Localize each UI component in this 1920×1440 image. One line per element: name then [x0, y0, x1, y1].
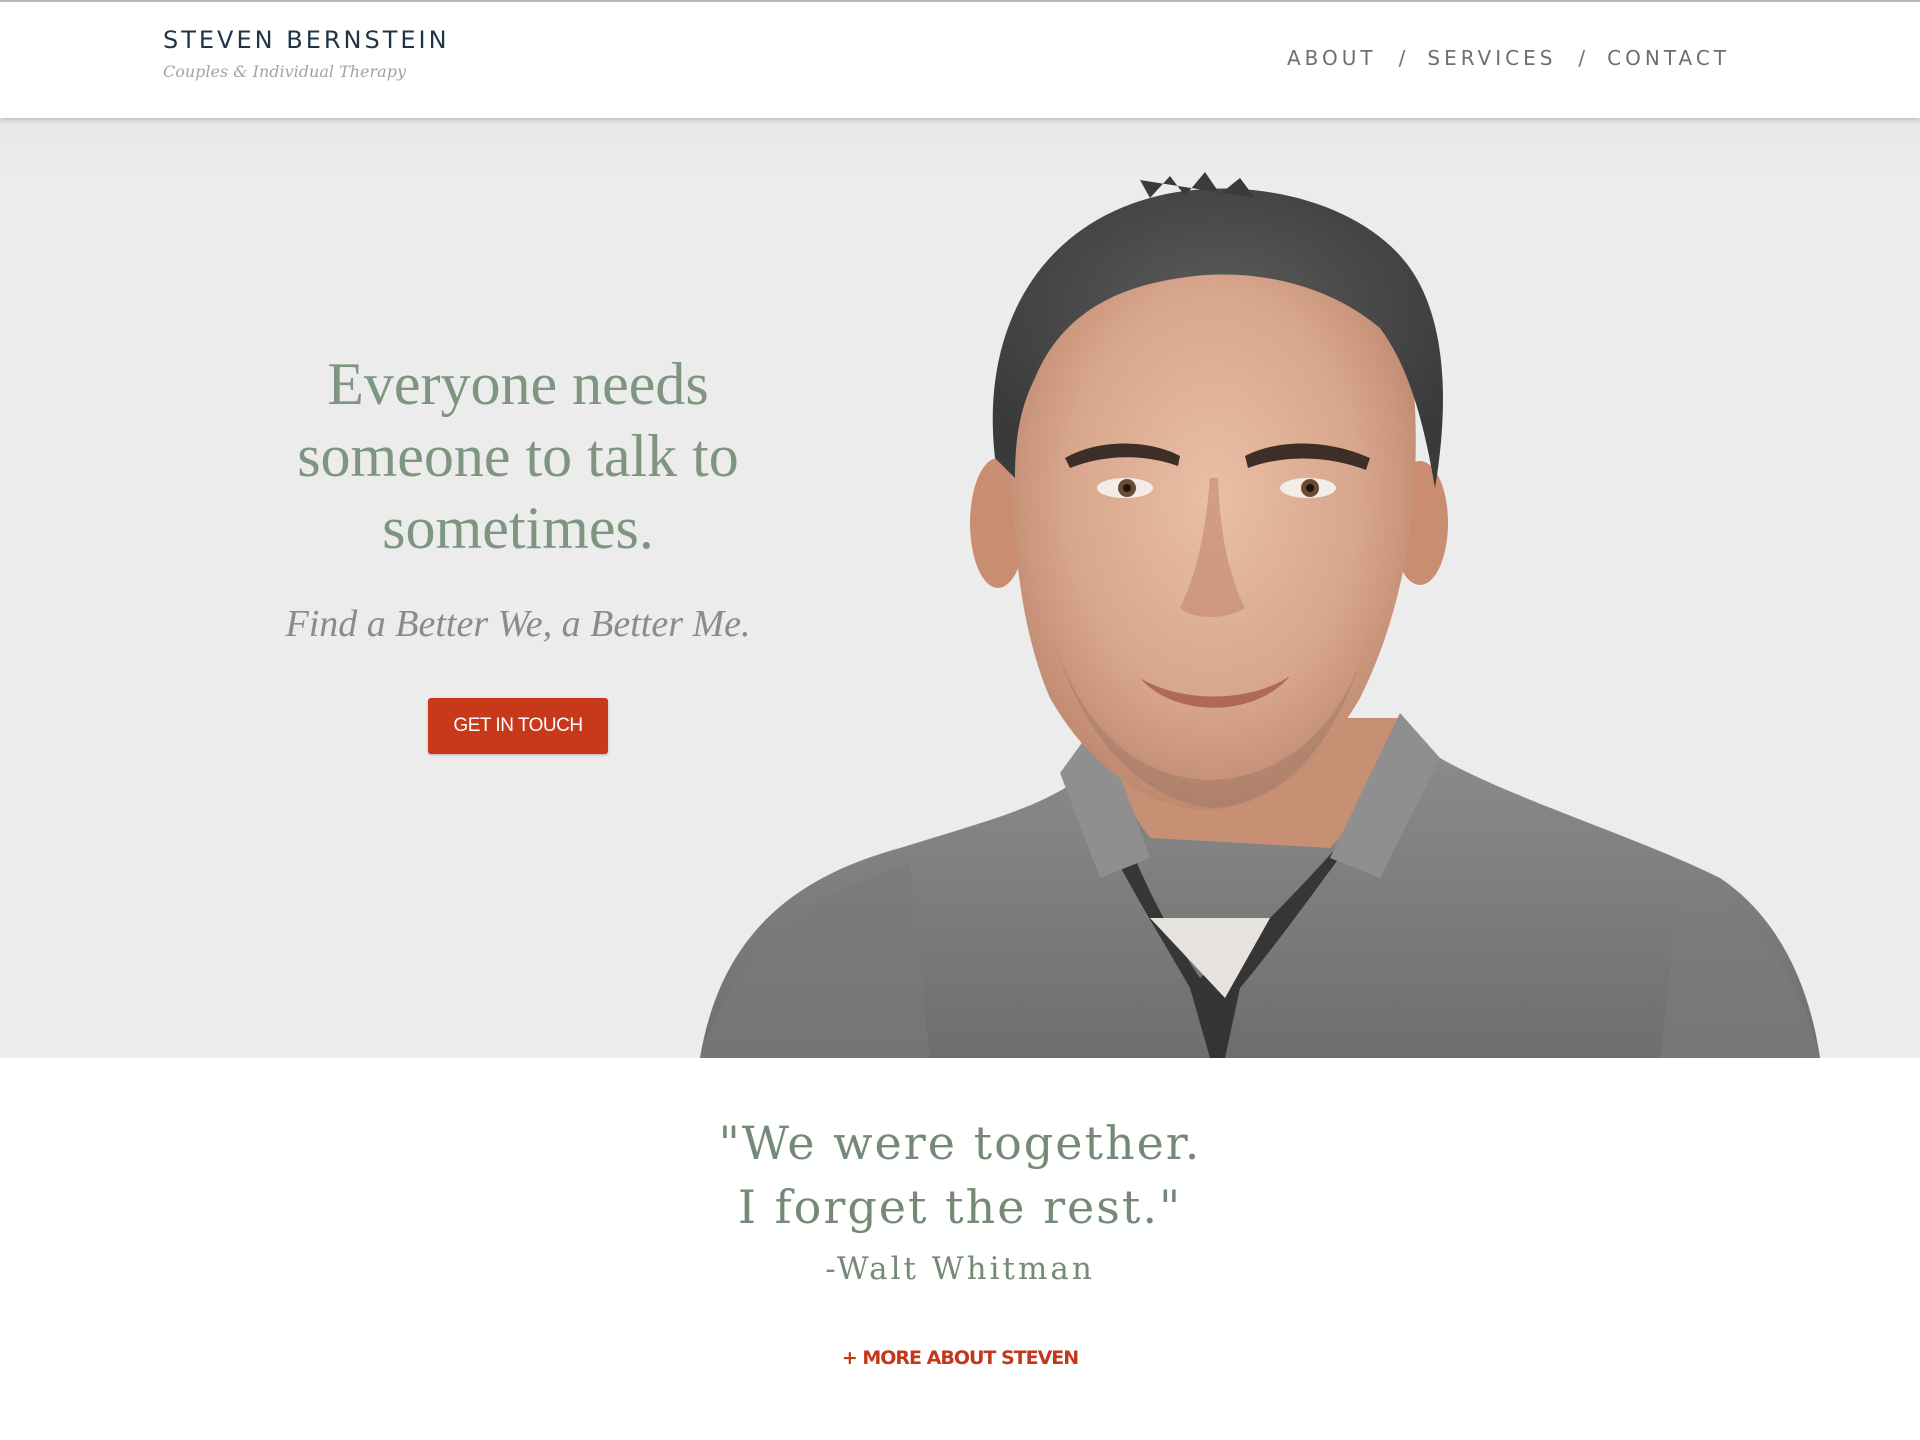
quote-section: "We were together. I forget the rest." -… — [0, 1058, 1920, 1440]
quote-line: "We were together. — [718, 1116, 1202, 1170]
nav-separator: / — [1398, 46, 1406, 70]
nav-item-contact[interactable]: CONTACT — [1607, 46, 1730, 70]
site-header: STEVEN BERNSTEIN Couples & Individual Th… — [0, 0, 1920, 118]
nav-item-about[interactable]: ABOUT — [1287, 46, 1377, 70]
brand-name: STEVEN BERNSTEIN — [163, 26, 450, 54]
quote-author: -Walt Whitman — [825, 1251, 1095, 1287]
hero-subheading: Find a Better We, a Better Me. — [285, 603, 751, 645]
therapist-portrait-image — [700, 172, 1820, 1058]
quote-text: "We were together. I forget the rest." — [0, 1111, 1920, 1239]
nav-separator: / — [1578, 46, 1586, 70]
quote-line: I forget the rest." — [737, 1180, 1183, 1234]
hero-text: Everyone needs someone to talk to someti… — [220, 348, 816, 754]
nav-item-services[interactable]: SERVICES — [1427, 46, 1556, 70]
brand-tagline: Couples & Individual Therapy — [163, 62, 406, 81]
hero-section: Everyone needs someone to talk to someti… — [0, 118, 1920, 1058]
hero-heading-line: sometimes. — [382, 495, 654, 561]
brand-logo-link[interactable]: STEVEN BERNSTEIN Couples & Individual Th… — [163, 26, 450, 81]
hero-heading-line: someone to talk to — [297, 423, 739, 489]
get-in-touch-button[interactable]: GET IN TOUCH — [428, 698, 608, 754]
main-nav: ABOUT / SERVICES / CONTACT — [1287, 46, 1730, 70]
hero-heading-line: Everyone needs — [327, 351, 709, 417]
hero-heading: Everyone needs someone to talk to someti… — [220, 348, 816, 564]
more-about-steven-link[interactable]: + MORE ABOUT STEVEN — [842, 1347, 1079, 1369]
